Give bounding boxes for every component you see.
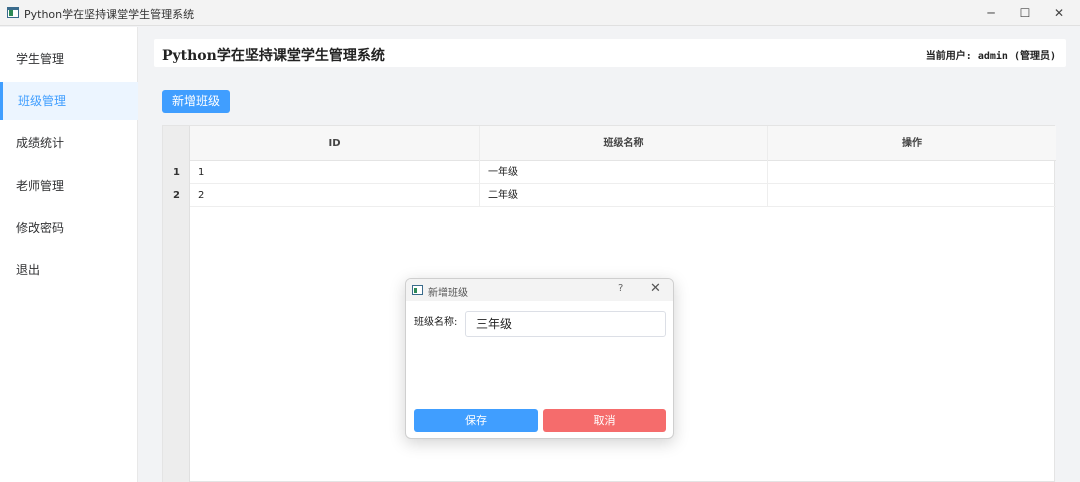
row-number: 2	[173, 190, 180, 201]
sidebar-item-students[interactable]: 学生管理	[0, 40, 138, 78]
minimize-icon[interactable]: ─	[974, 0, 1008, 26]
cell-class-name: 二年级	[480, 184, 768, 207]
page-title: Python学在坚持课堂学生管理系统	[162, 48, 385, 64]
cell-id: 1	[190, 161, 480, 184]
dialog-close-icon[interactable]: ✕	[650, 281, 661, 296]
column-header-class-name[interactable]: 班级名称	[480, 126, 768, 161]
sidebar-item-change-password[interactable]: 修改密码	[0, 209, 138, 247]
close-icon[interactable]: ✕	[1042, 0, 1076, 26]
table-header: ID 班级名称 操作	[190, 126, 1056, 161]
sidebar-item-grades[interactable]: 成绩统计	[0, 124, 138, 162]
table-row[interactable]: 1 一年级	[190, 161, 1056, 184]
help-icon[interactable]: ?	[618, 283, 623, 294]
class-name-input[interactable]: 三年级	[465, 311, 666, 337]
column-header-actions[interactable]: 操作	[768, 126, 1056, 161]
column-header-id[interactable]: ID	[190, 126, 480, 161]
current-user-label: 当前用户: admin (管理员)	[925, 51, 1056, 62]
row-number: 1	[173, 167, 180, 178]
dialog-title: 新增班级	[428, 288, 468, 299]
sidebar-item-teachers[interactable]: 老师管理	[0, 167, 138, 205]
window-title: Python学在坚持课堂学生管理系统	[24, 8, 195, 21]
dialog-title-bar: 新增班级 ? ✕	[406, 279, 673, 301]
save-button[interactable]: 保存	[414, 409, 538, 432]
add-class-button[interactable]: 新增班级	[162, 90, 230, 113]
app-window-icon	[7, 7, 19, 18]
cell-actions	[768, 184, 1056, 207]
cell-class-name: 一年级	[480, 161, 768, 184]
add-class-dialog: 新增班级 ? ✕ 班级名称: 三年级 保存 取消	[405, 278, 674, 439]
sidebar-item-classes[interactable]: 班级管理	[0, 82, 138, 120]
class-name-label: 班级名称:	[414, 317, 458, 328]
sidebar: 学生管理 班级管理 成绩统计 老师管理 修改密码 退出	[0, 27, 138, 482]
dialog-window-icon	[412, 285, 423, 295]
page-header: Python学在坚持课堂学生管理系统 当前用户: admin (管理员)	[154, 39, 1066, 67]
window-title-bar: Python学在坚持课堂学生管理系统 ─ ☐ ✕	[0, 0, 1080, 26]
cancel-button[interactable]: 取消	[543, 409, 666, 432]
cell-actions	[768, 161, 1056, 184]
cell-id: 2	[190, 184, 480, 207]
table-row[interactable]: 2 二年级	[190, 184, 1056, 207]
sidebar-item-logout[interactable]: 退出	[0, 251, 138, 289]
maximize-icon[interactable]: ☐	[1008, 0, 1042, 26]
